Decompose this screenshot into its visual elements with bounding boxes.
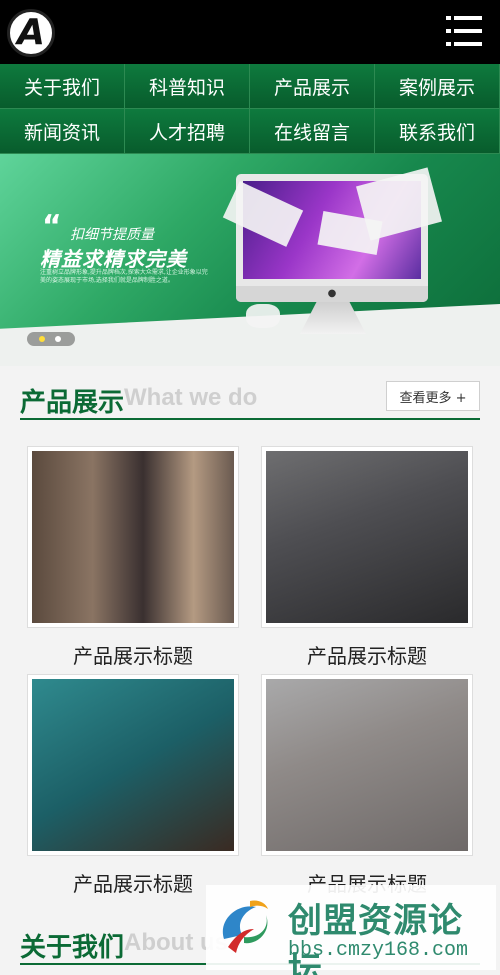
product-photo [32,451,234,623]
nav-item-contact[interactable]: 联系我们 [375,109,500,154]
products-section-header: What we do 产品展示 查看更多 + [20,376,480,420]
nav-item-about[interactable]: 关于我们 [0,64,125,109]
apple-icon: ● [236,286,428,302]
product-photo [266,679,468,851]
product-caption[interactable]: 产品展示标题 [261,640,473,669]
watermark-url: bbs.cmzy168.com [288,939,469,962]
product-caption[interactable]: 产品展示标题 [27,640,239,669]
watermark-logo-icon [222,900,268,953]
product-card[interactable] [261,674,473,856]
product-photo [32,679,234,851]
products-subtitle-en: What we do [124,384,258,411]
view-more-button[interactable]: 查看更多 + [386,381,480,411]
slider-dots [27,332,75,346]
about-title: 关于我们 [20,933,125,963]
nav-item-news[interactable]: 新闻资讯 [0,109,125,154]
product-card[interactable] [261,446,473,628]
site-logo[interactable]: A [7,9,55,57]
watermark-overlay: 创盟资源论坛 bbs.cmzy168.com [206,885,496,975]
product-card[interactable] [27,674,239,856]
nav-item-jobs[interactable]: 人才招聘 [125,109,250,154]
top-bar: A [0,0,500,64]
banner-slogan-top: 扣细节提质量 [70,227,154,243]
banner-slogan-sub: 注重树立品牌形象,提升品牌档次,探索大众需求,让企业形象以完美的姿态展现于市场,… [40,269,208,284]
product-photo [266,451,468,623]
menu-icon[interactable] [446,16,482,48]
watermark-title: 创盟资源论坛 [288,901,463,975]
main-nav: 关于我们 科普知识 产品展示 案例展示 新闻资讯 人才招聘 在线留言 联系我们 [0,64,500,154]
nav-item-products[interactable]: 产品展示 [250,64,375,109]
logo-letter: A [17,12,45,53]
banner-slogan-main: 精益求精求完美 [40,247,187,271]
nav-item-science[interactable]: 科普知识 [125,64,250,109]
nav-item-message[interactable]: 在线留言 [250,109,375,154]
slider-dot-active[interactable] [39,336,45,342]
nav-item-cases[interactable]: 案例展示 [375,64,500,109]
product-card[interactable] [27,446,239,628]
products-title: 产品展示 [20,388,125,418]
hero-banner[interactable]: “ 扣细节提质量 精益求精求完美 注重树立品牌形象,提升品牌档次,探索大众需求,… [0,154,500,366]
quote-icon: “ [42,209,62,244]
monitor-stand [300,302,366,334]
crumpled-paper [246,304,280,328]
slider-dot[interactable] [55,336,61,342]
